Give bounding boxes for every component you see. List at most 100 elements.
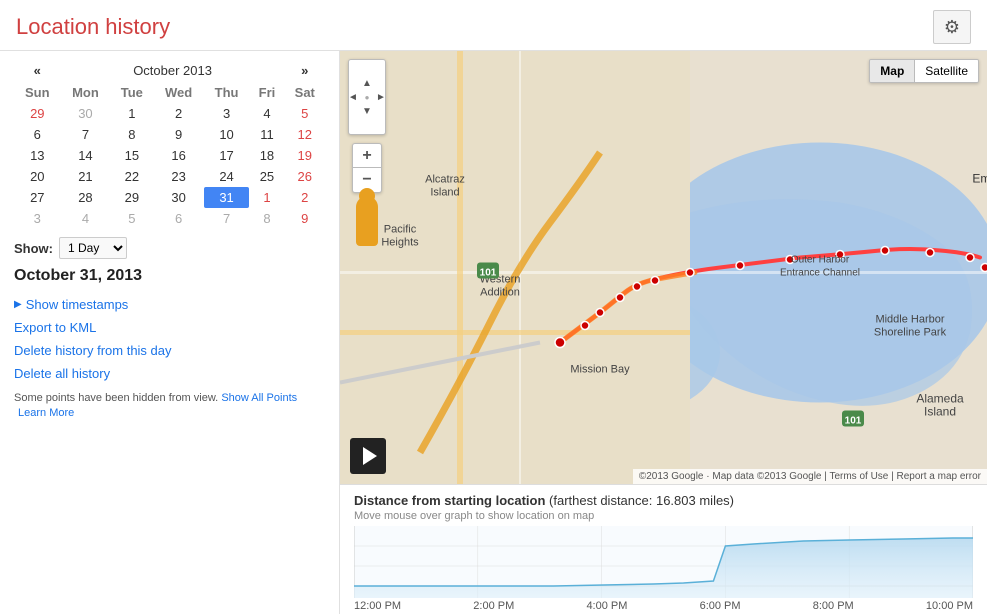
- svg-text:101: 101: [480, 268, 497, 279]
- calendar-day[interactable]: 2: [285, 187, 325, 208]
- settings-button[interactable]: ⚙: [933, 10, 971, 44]
- svg-text:101: 101: [845, 416, 862, 427]
- calendar-day[interactable]: 30: [153, 187, 203, 208]
- day-header-thu: Thu: [204, 82, 250, 103]
- pegman-control[interactable]: [354, 196, 380, 256]
- calendar-day[interactable]: 13: [14, 145, 61, 166]
- calendar-day[interactable]: 9: [285, 208, 325, 229]
- calendar-day[interactable]: 29: [14, 103, 61, 124]
- calendar-day[interactable]: 28: [61, 187, 111, 208]
- graph-title-bold: Distance from starting location: [354, 493, 545, 508]
- calendar-day[interactable]: 15: [110, 145, 153, 166]
- graph-subtitle: Move mouse over graph to show location o…: [354, 510, 973, 522]
- timestamps-arrow-icon: ▶: [14, 299, 22, 310]
- calendar-day[interactable]: 1: [249, 187, 284, 208]
- calendar-day[interactable]: 29: [110, 187, 153, 208]
- pan-control[interactable]: ▲ ◄ ● ► ▼: [348, 59, 386, 135]
- calendar-day[interactable]: 30: [61, 103, 111, 124]
- calendar-day[interactable]: 17: [204, 145, 250, 166]
- calendar-day[interactable]: 7: [204, 208, 250, 229]
- calendar-day[interactable]: 11: [249, 124, 284, 145]
- calendar-day[interactable]: 20: [14, 166, 61, 187]
- calendar-day[interactable]: 24: [204, 166, 250, 187]
- timestamps-toggle[interactable]: ▶ Show timestamps: [14, 297, 325, 312]
- graph-label-1: 2:00 PM: [473, 600, 514, 612]
- calendar-day[interactable]: 3: [204, 103, 250, 124]
- calendar-day[interactable]: 18: [249, 145, 284, 166]
- calendar-day[interactable]: 1: [110, 103, 153, 124]
- main-layout: « October 2013 » Sun Mon Tue Wed Thu Fri…: [0, 51, 987, 614]
- svg-text:Emeryville: Emeryville: [972, 172, 987, 186]
- graph-wrapper[interactable]: [354, 526, 973, 598]
- calendar-day[interactable]: 25: [249, 166, 284, 187]
- pan-right-icon[interactable]: ►: [376, 92, 386, 103]
- show-all-points-link[interactable]: Show All Points: [221, 392, 297, 404]
- show-row: Show: 1 Day 2 Days 3 Days 7 Days: [14, 237, 325, 259]
- calendar-day[interactable]: 9: [153, 124, 203, 145]
- next-month-button[interactable]: »: [285, 59, 325, 82]
- day-header-mon: Mon: [61, 82, 111, 103]
- calendar-day[interactable]: 12: [285, 124, 325, 145]
- selected-date-heading: October 31, 2013: [14, 267, 325, 285]
- map-area: Map Satellite: [340, 51, 987, 614]
- month-year-label: October 2013: [61, 59, 285, 82]
- calendar-day[interactable]: 19: [285, 145, 325, 166]
- timestamps-label: Show timestamps: [26, 297, 129, 312]
- calendar-day[interactable]: 10: [204, 124, 250, 145]
- learn-more-link[interactable]: Learn More: [18, 407, 74, 419]
- calendar: « October 2013 » Sun Mon Tue Wed Thu Fri…: [14, 59, 325, 229]
- play-button[interactable]: [350, 438, 386, 474]
- map-copyright: ©2013 Google · Map data ©2013 Google | T…: [633, 469, 987, 484]
- map-type-map-button[interactable]: Map: [870, 60, 915, 82]
- pan-down-icon[interactable]: ▼: [362, 106, 372, 117]
- map-type-satellite-button[interactable]: Satellite: [915, 60, 978, 82]
- prev-month-button[interactable]: «: [14, 59, 61, 82]
- calendar-day[interactable]: 8: [110, 124, 153, 145]
- calendar-day[interactable]: 2: [153, 103, 203, 124]
- map-type-buttons: Map Satellite: [869, 59, 979, 83]
- calendar-day[interactable]: 5: [110, 208, 153, 229]
- calendar-day[interactable]: 7: [61, 124, 111, 145]
- calendar-day[interactable]: 6: [14, 124, 61, 145]
- calendar-day[interactable]: 22: [110, 166, 153, 187]
- gear-icon: ⚙: [944, 17, 960, 38]
- calendar-day[interactable]: 14: [61, 145, 111, 166]
- graph-area: Distance from starting location (farthes…: [340, 484, 987, 614]
- delete-all-link[interactable]: Delete all history: [14, 366, 325, 381]
- hidden-points-text: Some points have been hidden from view.: [14, 392, 218, 404]
- calendar-day[interactable]: 23: [153, 166, 203, 187]
- map-container[interactable]: Map Satellite: [340, 51, 987, 484]
- delete-day-link[interactable]: Delete history from this day: [14, 343, 325, 358]
- page-title: Location history: [16, 14, 170, 40]
- calendar-day[interactable]: 6: [153, 208, 203, 229]
- graph-label-5: 10:00 PM: [926, 600, 973, 612]
- calendar-day[interactable]: 8: [249, 208, 284, 229]
- svg-text:Pacific: Pacific: [384, 224, 417, 236]
- map-svg: Alcatraz Island Outer Harbor Entrance Ch…: [340, 51, 987, 484]
- calendar-day[interactable]: 16: [153, 145, 203, 166]
- calendar-day[interactable]: 31: [204, 187, 250, 208]
- show-select[interactable]: 1 Day 2 Days 3 Days 7 Days: [59, 237, 127, 259]
- calendar-day[interactable]: 26: [285, 166, 325, 187]
- pegman-head: [359, 188, 375, 204]
- graph-label-3: 6:00 PM: [700, 600, 741, 612]
- day-header-fri: Fri: [249, 82, 284, 103]
- day-header-sun: Sun: [14, 82, 61, 103]
- graph-label-4: 8:00 PM: [813, 600, 854, 612]
- svg-text:Alcatraz: Alcatraz: [425, 174, 465, 186]
- day-header-tue: Tue: [110, 82, 153, 103]
- calendar-day[interactable]: 5: [285, 103, 325, 124]
- calendar-day[interactable]: 27: [14, 187, 61, 208]
- calendar-day[interactable]: 4: [249, 103, 284, 124]
- pan-up-icon[interactable]: ▲: [362, 78, 372, 89]
- graph-label-0: 12:00 PM: [354, 600, 401, 612]
- export-kml-link[interactable]: Export to KML: [14, 320, 325, 335]
- svg-text:Outer Harbor: Outer Harbor: [791, 255, 850, 266]
- calendar-day[interactable]: 4: [61, 208, 111, 229]
- graph-title-detail: (farthest distance: 16.803 miles): [545, 493, 734, 508]
- show-label: Show:: [14, 241, 53, 256]
- calendar-day[interactable]: 3: [14, 208, 61, 229]
- pan-left-icon[interactable]: ◄: [348, 92, 358, 103]
- calendar-day[interactable]: 21: [61, 166, 111, 187]
- zoom-in-button[interactable]: +: [353, 144, 381, 168]
